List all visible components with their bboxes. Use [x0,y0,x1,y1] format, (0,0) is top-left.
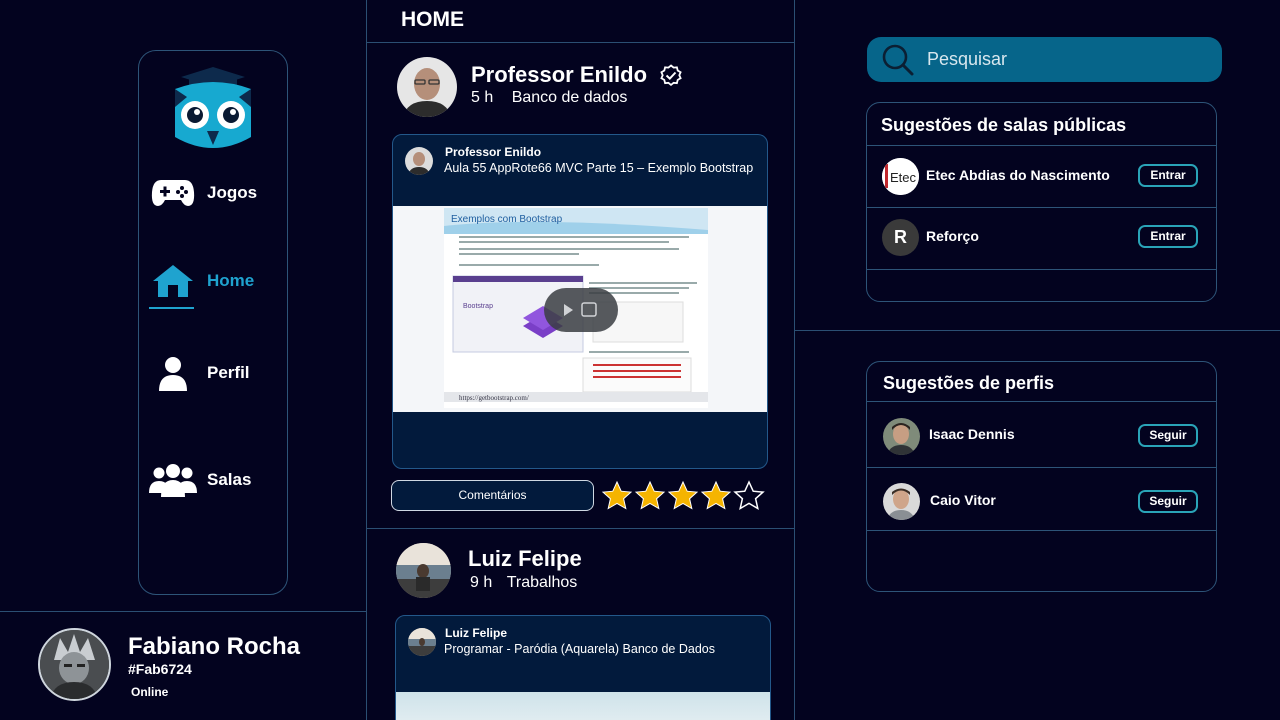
post-room[interactable]: Banco de dados [512,89,628,106]
user-icon [149,353,197,393]
star-empty-icon[interactable] [733,480,765,512]
post-author-avatar[interactable] [396,543,451,598]
video-title[interactable]: Aula 55 AppRote66 MVC Parte 15 – Exemplo… [444,161,753,175]
star-filled-icon[interactable] [667,480,699,512]
room-avatar[interactable]: Etec [882,158,919,195]
sidebar-item-perfil[interactable]: Perfil [149,353,250,393]
follow-button[interactable]: Seguir [1138,490,1198,513]
search-bar[interactable] [867,37,1222,82]
video-thumbnail[interactable] [396,692,770,720]
current-user-name: Fabiano Rocha [128,633,301,660]
post-divider [366,528,794,529]
sidebar-item-salas[interactable]: Salas [149,460,251,500]
current-user-status: Online [131,685,169,699]
post-author-label: Professor Enildo [471,62,648,87]
panel-title: Sugestões de salas públicas [881,115,1127,135]
room-name[interactable]: Reforço [926,228,979,244]
search-icon [882,44,914,76]
group-icon [149,460,197,500]
profile-avatar[interactable] [883,418,920,455]
comments-button[interactable]: Comentários [391,480,594,511]
video-channel: Professor Enildo [445,145,542,159]
gamepad-icon [149,173,197,213]
owl-logo [175,67,251,148]
room-avatar[interactable]: R [882,219,919,256]
post-author-avatar[interactable] [397,57,457,117]
sidebar: Jogos Home Perfil Salas [138,50,288,595]
follow-button[interactable]: Seguir [1138,424,1198,447]
home-icon [149,261,197,301]
sidebar-item-label: Jogos [207,183,258,202]
sidebar-item-jogos[interactable]: Jogos [149,173,257,213]
header-divider [366,42,794,43]
post-meta: 5 h Banco de dados [471,89,627,107]
channel-avatar [405,147,433,175]
user-divider [0,611,366,612]
svg-text:Etec: Etec [890,170,917,185]
divider-left [366,0,367,720]
verified-icon [660,64,682,87]
video-card[interactable]: Professor Enildo Aula 55 AppRote66 MVC P… [392,134,768,469]
post-author-name[interactable]: Luiz Felipe [468,546,582,572]
current-user-avatar[interactable] [38,628,111,701]
room-name[interactable]: Etec Abdias do Nascimento [926,167,1110,183]
video-channel: Luiz Felipe [445,626,508,640]
page-title: HOME [401,8,464,31]
row-divider [867,269,1216,270]
current-user-tag: #Fab6724 [128,661,192,677]
search-input[interactable] [927,37,1207,82]
profile-name[interactable]: Caio Vitor [930,492,996,508]
video-thumbnail[interactable]: Exemplos com Bootstrap Bootstrap https:/… [393,206,767,412]
post-meta: 9 h Trabalhos [470,574,577,592]
enter-room-button[interactable]: Entrar [1138,164,1198,187]
svg-text:Bootstrap: Bootstrap [463,303,493,310]
row-divider [867,401,1216,402]
row-divider [867,207,1216,208]
sidebar-item-home[interactable]: Home [149,261,254,301]
active-indicator [149,307,194,309]
video-card[interactable]: Luiz Felipe Programar - Paródia (Aquarel… [395,615,771,720]
sidebar-item-label: Salas [207,470,252,489]
rating-stars[interactable] [601,480,765,512]
enter-room-button[interactable]: Entrar [1138,225,1198,248]
channel-avatar [408,628,436,656]
sidebar-item-label: Perfil [207,363,250,382]
profiles-panel: Sugestões de perfis Isaac Dennis Seguir … [866,361,1217,592]
post-time: 5 h [471,89,494,106]
video-title[interactable]: Programar - Paródia (Aquarela) Banco de … [444,642,715,656]
slide-title: Exemplos com Bootstrap [451,214,563,225]
star-filled-icon[interactable] [634,480,666,512]
post-time: 9 h [470,574,493,591]
slide-link: https://getbootstrap.com/ [459,394,529,402]
profile-name[interactable]: Isaac Dennis [929,426,1015,442]
star-filled-icon[interactable] [601,480,633,512]
star-filled-icon[interactable] [700,480,732,512]
profile-avatar[interactable] [883,483,920,520]
row-divider [867,530,1216,531]
panel-title: Sugestões de perfis [883,373,1055,393]
sidebar-item-label: Home [207,271,255,290]
post-room[interactable]: Trabalhos [507,574,578,591]
right-divider [794,330,1280,331]
public-rooms-panel: Sugestões de salas públicas Etec Etec Ab… [866,102,1217,302]
divider-right [794,0,795,720]
row-divider [867,467,1216,468]
row-divider [867,145,1216,146]
post-author-name[interactable]: Professor Enildo [471,62,683,88]
